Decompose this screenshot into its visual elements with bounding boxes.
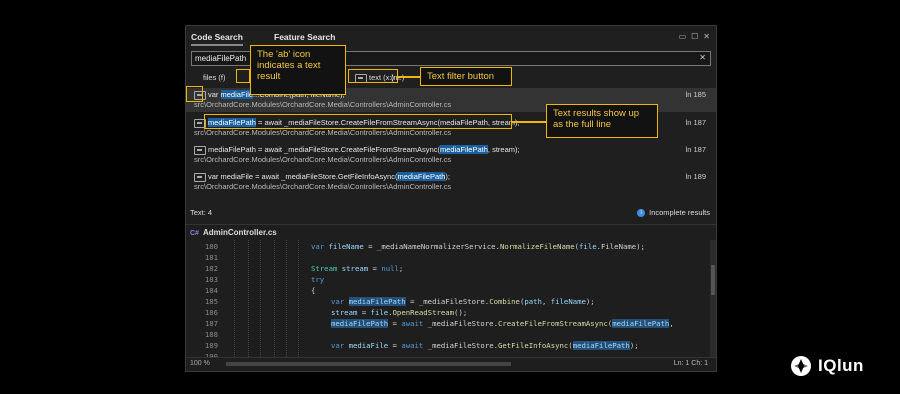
callout-ab-icon: The 'ab' icon indicates a text result <box>250 45 346 95</box>
text-result-icon <box>194 173 206 182</box>
result-path: src\OrchardCore.Modules\OrchardCore.Medi… <box>194 100 452 109</box>
code-line: 188 <box>204 330 218 339</box>
editor-status-bar: 100 % Ln: 1 Ch: 1 <box>186 357 716 371</box>
brand-mark-icon <box>791 356 811 376</box>
code-preview: C# AdminController.cs 180 var fileName = _… <box>186 224 716 361</box>
highlight-box-ab-header <box>236 69 250 83</box>
clear-search-icon[interactable]: ✕ <box>699 53 706 62</box>
result-row[interactable]: var mediaFile = await _mediaFileStore.Ge… <box>186 170 716 194</box>
code-line: 185 var mediaFilePath = _mediaFileStore.C… <box>204 297 595 306</box>
horizontal-scrollbar[interactable] <box>226 362 511 366</box>
highlight-box-ab-result <box>186 86 203 102</box>
result-text: mediaFilePath = await _mediaFileStore.Cr… <box>208 145 520 154</box>
result-line: ln 185 <box>685 90 706 99</box>
maximize-icon[interactable]: ☐ <box>691 32 698 41</box>
code-line: 184{ <box>204 286 316 295</box>
brand-name: IQlun <box>818 356 864 375</box>
result-count: Text: 4 <box>190 208 213 217</box>
code-line: 186 stream = file.OpenReadStream(); <box>204 308 468 317</box>
result-row[interactable]: mediaFilePath = await _mediaFileStore.Cr… <box>186 143 716 167</box>
brand-logo: IQlun <box>790 355 864 377</box>
csharp-file-icon: C# <box>190 230 199 237</box>
arrow-full-line <box>512 121 546 123</box>
text-result-icon <box>194 146 206 155</box>
arrow-text-filter <box>398 76 420 78</box>
close-icon[interactable]: ✕ <box>703 32 710 41</box>
vertical-scrollbar[interactable] <box>710 240 716 361</box>
zoom-level[interactable]: 100 % <box>190 360 210 367</box>
code-lines: 180 var fileName = _mediaNameNormalizerSe… <box>186 240 716 361</box>
result-line: ln 187 <box>685 118 706 127</box>
result-path: src\OrchardCore.Modules\OrchardCore.Medi… <box>194 128 452 137</box>
result-path: src\OrchardCore.Modules\OrchardCore.Medi… <box>194 182 452 191</box>
incomplete-results: i Incomplete results <box>637 208 710 218</box>
editor-tab[interactable]: C# AdminController.cs <box>190 228 277 237</box>
callout-text-filter: Text filter button <box>420 67 512 86</box>
results-status-bar: Text: 4 i Incomplete results <box>186 206 716 222</box>
scroll-thumb[interactable] <box>711 265 715 295</box>
window-controls: ▭ ☐ ✕ <box>679 32 710 41</box>
tab-code-search[interactable]: Code Search <box>191 32 243 46</box>
highlight-box-full-line <box>204 114 512 129</box>
result-text: var mediaFile = await _mediaFileStore.Ge… <box>208 172 450 181</box>
code-line: 182 Stream stream = null; <box>204 264 404 273</box>
files-filter-button[interactable]: files (f) <box>203 73 226 82</box>
code-line: 183 try <box>204 275 325 284</box>
code-line: 180 var fileName = _mediaNameNormalizerSe… <box>204 242 645 251</box>
info-icon: i <box>637 209 646 218</box>
cursor-position: Ln: 1 Ch: 1 <box>673 360 708 367</box>
callout-full-line: Text results show up as the full line <box>546 104 658 138</box>
code-line: 187 mediaFilePath = await _mediaFileStore… <box>204 319 674 328</box>
code-line: 189 var mediaFile = await _mediaFileStore… <box>204 341 639 350</box>
highlight-box-text-filter <box>348 69 398 83</box>
search-value: mediaFilePath <box>195 54 247 63</box>
result-line: ln 187 <box>685 145 706 154</box>
dock-icon[interactable]: ▭ <box>679 32 687 41</box>
result-path: src\OrchardCore.Modules\OrchardCore.Medi… <box>194 155 452 164</box>
tab-feature-search[interactable]: Feature Search <box>274 32 335 42</box>
code-line: 181 <box>204 253 218 262</box>
result-line: ln 189 <box>685 172 706 181</box>
